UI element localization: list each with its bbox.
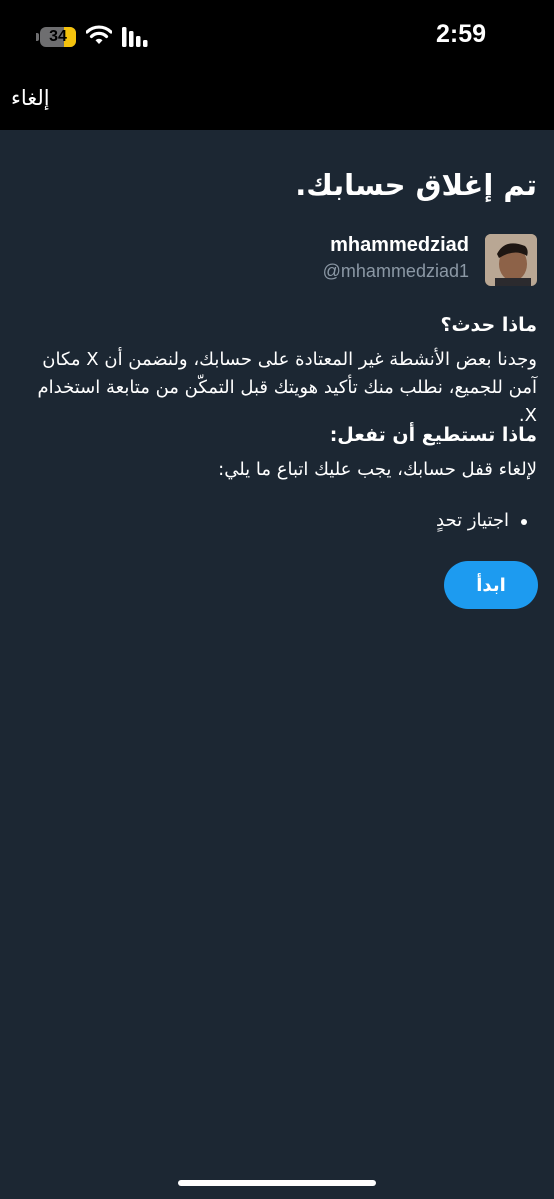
- status-bar: 34 2:59: [0, 0, 554, 72]
- what-you-can-do-body: لإلغاء قفل حسابك، يجب عليك اتباع ما يلي:: [218, 459, 537, 480]
- what-happened-body: وجدنا بعض الأنشطة غير المعتادة على حسابك…: [37, 349, 537, 426]
- home-indicator[interactable]: [178, 1180, 376, 1186]
- avatar: [485, 234, 537, 286]
- nav-bar: إلغاء: [0, 72, 554, 130]
- battery-nub: [36, 33, 39, 41]
- battery-icon: 34: [40, 27, 76, 47]
- bullet-icon: [521, 519, 527, 525]
- account-handle: @mhammedziad1: [322, 261, 469, 281]
- battery-level: 34: [49, 28, 67, 45]
- cancel-button[interactable]: إلغاء: [11, 86, 50, 110]
- wifi-icon: [86, 25, 112, 44]
- steps-list: اجتياز تحدٍ: [436, 510, 537, 531]
- list-item: اجتياز تحدٍ: [436, 510, 537, 531]
- what-you-can-do-title: ماذا تستطيع أن تفعل:: [329, 424, 537, 446]
- step-label: اجتياز تحدٍ: [436, 510, 509, 531]
- avatar-photo: [485, 234, 537, 286]
- signal-icon: [122, 27, 148, 47]
- display-name: mhammedziad: [330, 234, 469, 256]
- status-time: 2:59: [436, 20, 487, 48]
- main-content: تم إغلاق حسابك. mhammedziad @mhammedziad…: [0, 130, 554, 1199]
- what-happened-title: ماذا حدث؟: [440, 314, 537, 336]
- start-button[interactable]: ابدأ: [444, 561, 538, 609]
- page-title: تم إغلاق حسابك.: [295, 168, 537, 202]
